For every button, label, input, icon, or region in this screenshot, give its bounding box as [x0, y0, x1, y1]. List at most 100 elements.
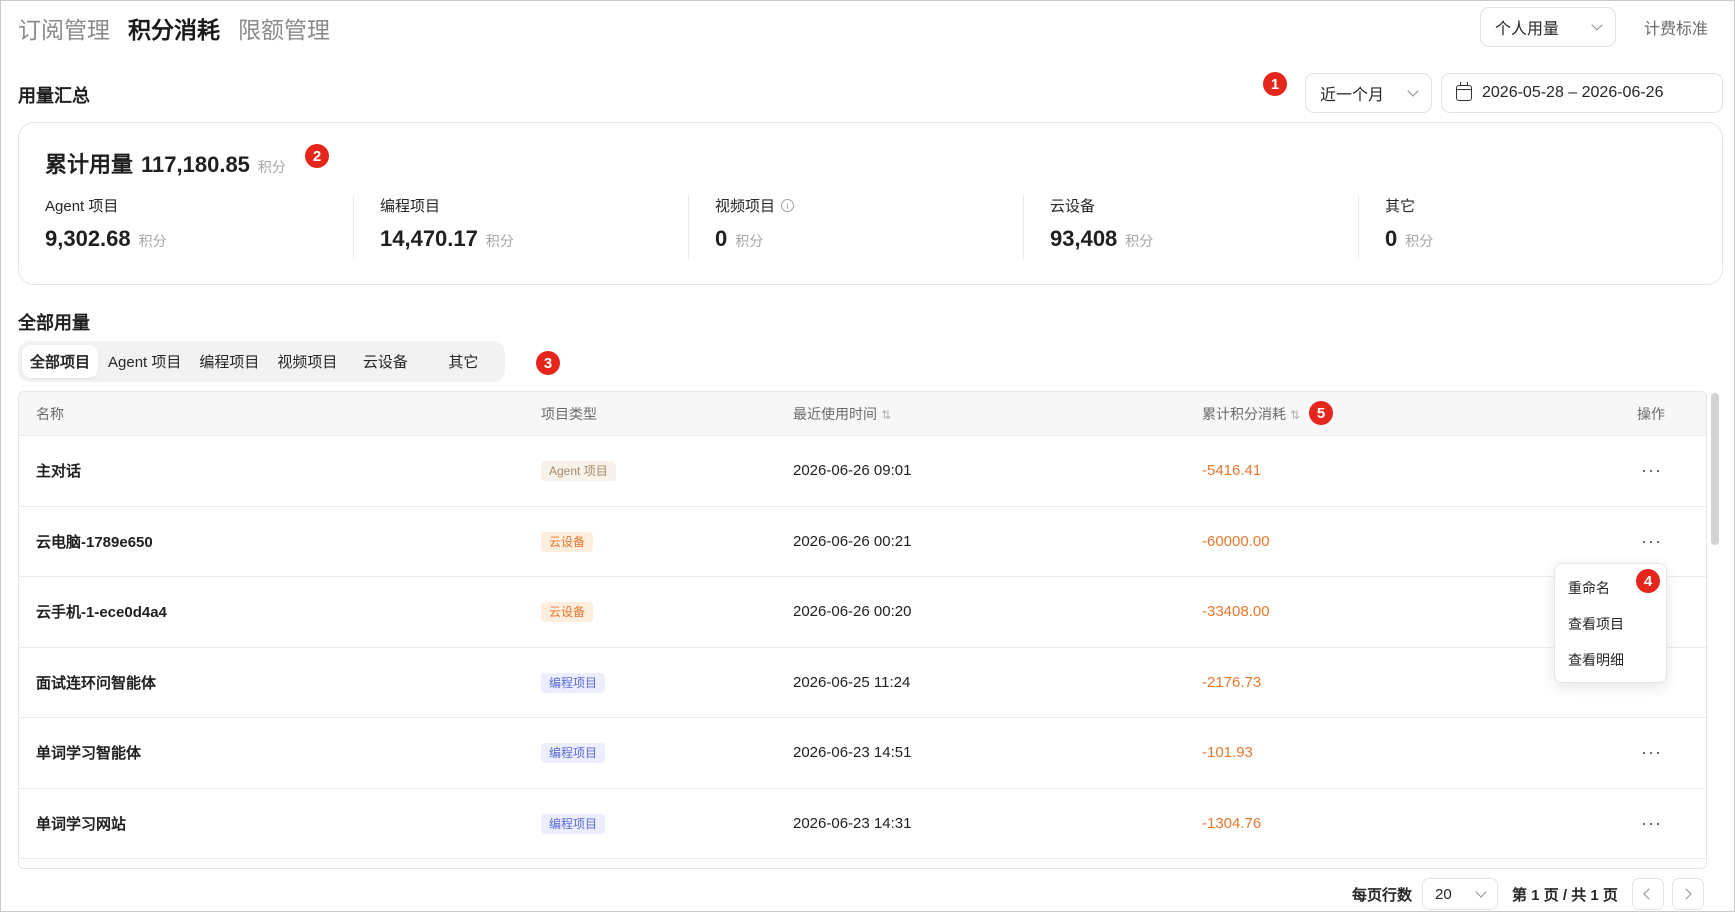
row-cost: -1304.76 — [1202, 814, 1262, 832]
column-header-time[interactable]: 最近使用时间 ⇅ — [793, 404, 891, 424]
chevron-down-icon — [1475, 886, 1487, 898]
stat-agent: Agent 项目 9,302.68 积分 — [19, 195, 354, 259]
summary-title: 用量汇总 — [18, 86, 90, 106]
page-size-value: 20 — [1435, 885, 1452, 903]
stat-value: 0 — [1385, 226, 1398, 251]
table-row[interactable]: 云电脑-1789e650 云设备 2026-06-26 00:21 -60000… — [19, 507, 1706, 577]
type-tag: 编程项目 — [541, 813, 606, 834]
stat-label: 编程项目 — [380, 198, 441, 215]
chevron-down-icon — [1591, 19, 1603, 31]
row-time: 2026-06-26 09:01 — [793, 462, 912, 480]
stat-unit: 积分 — [1405, 233, 1434, 249]
rows-per-page-label: 每页行数 — [1352, 886, 1413, 904]
row-name: 面试连环问智能体 — [36, 674, 157, 692]
column-header-type: 项目类型 — [541, 405, 597, 422]
table-row[interactable]: 主对话 Agent 项目 2026-06-26 09:01 -5416.41 ·… — [19, 436, 1706, 507]
stat-video: 视频项目 i 0 积分 — [689, 195, 1024, 259]
stat-value: 93,408 — [1050, 226, 1118, 251]
filter-coding[interactable]: 编程项目 — [191, 345, 267, 378]
row-name: 单词学习智能体 — [36, 745, 142, 763]
row-name: 单词学习网站 — [36, 815, 127, 833]
type-tag: 云设备 — [541, 602, 594, 623]
table-row[interactable]: 云手机-1-ece0d4a4 云设备 2026-06-26 00:20 -334… — [19, 577, 1706, 648]
time-range-select[interactable]: 近一个月 — [1305, 73, 1432, 113]
stat-unit: 积分 — [735, 233, 764, 249]
filter-all[interactable]: 全部项目 — [22, 345, 99, 378]
table-row[interactable]: 单词学习智能体 编程项目 2026-06-23 14:51 -101.93 ··… — [19, 718, 1706, 789]
calendar-icon — [1456, 82, 1472, 101]
type-tag: 编程项目 — [541, 672, 606, 693]
project-filter-tabs: 全部项目 Agent 项目 编程项目 视频项目 云设备 其它 — [18, 341, 506, 382]
row-time: 2026-06-25 11:24 — [793, 673, 911, 691]
date-range-value: 2026-05-28 – 2026-06-26 — [1482, 84, 1664, 101]
row-time: 2026-06-26 00:21 — [793, 532, 912, 550]
chevron-left-icon — [1643, 888, 1656, 900]
row-time: 2026-06-23 14:51 — [793, 744, 912, 762]
row-cost: -60000.00 — [1202, 532, 1270, 550]
row-cost: -33408.00 — [1202, 603, 1270, 621]
filter-video[interactable]: 视频项目 — [269, 345, 345, 378]
date-range-picker[interactable]: 2026-05-28 – 2026-06-26 — [1441, 73, 1723, 113]
stat-label: 视频项目 — [715, 198, 776, 215]
tab-quota[interactable]: 限额管理 — [238, 11, 330, 45]
annotation-badge-5: 5 — [1309, 401, 1333, 425]
prev-page-button[interactable] — [1631, 878, 1664, 910]
row-time: 2026-06-26 00:20 — [793, 603, 912, 621]
tab-points-consumption[interactable]: 积分消耗 — [128, 11, 220, 45]
usage-table: 名称 项目类型 最近使用时间 ⇅ 累计积分消耗 ⇅ 操作 主对话 Agent 项目 … — [18, 391, 1707, 869]
sort-icon[interactable]: ⇅ — [1290, 408, 1300, 422]
sort-icon[interactable]: ⇅ — [881, 408, 891, 422]
annotation-badge-1: 1 — [1263, 72, 1287, 96]
type-tag: 云设备 — [541, 531, 594, 552]
row-time: 2026-06-23 14:31 — [793, 814, 912, 832]
menu-item-view-project[interactable]: 查看项目 — [1555, 606, 1666, 642]
filter-agent[interactable]: Agent 项目 — [100, 345, 189, 378]
info-icon[interactable]: i — [781, 199, 795, 212]
app-frame: 订阅管理 积分消耗 限额管理 个人用量 计费标准 用量汇总 1 近一个月 202… — [0, 0, 1735, 912]
column-header-action: 操作 — [1637, 405, 1665, 422]
usage-summary-card: 累计用量 117,180.85 积分 2 Agent 项目 9,302.68 积分… — [18, 122, 1723, 285]
total-usage-label: 累计用量 — [45, 152, 134, 177]
type-tag: 编程项目 — [541, 743, 606, 764]
table-scrollbar[interactable] — [1711, 393, 1719, 545]
usage-stats: Agent 项目 9,302.68 积分 编程项目 14,470.17 积分 视频项… — [19, 195, 1722, 259]
row-cost: -2176.73 — [1202, 673, 1262, 691]
stat-cloud-device: 云设备 93,408 积分 — [1024, 195, 1359, 259]
table-row[interactable]: 面试连环问智能体 编程项目 2026-06-25 11:24 -2176.73 — [19, 648, 1706, 718]
total-usage: 累计用量 117,180.85 积分 — [45, 147, 286, 179]
stat-label: Agent 项目 — [45, 198, 119, 215]
stat-label: 云设备 — [1050, 198, 1096, 215]
annotation-badge-3: 3 — [536, 351, 560, 375]
more-icon[interactable]: ··· — [1641, 813, 1662, 834]
row-cost: -5416.41 — [1202, 462, 1262, 480]
table-header: 名称 项目类型 最近使用时间 ⇅ 累计积分消耗 ⇅ 操作 — [19, 392, 1706, 436]
more-icon[interactable]: ··· — [1641, 742, 1662, 763]
tab-subscription[interactable]: 订阅管理 — [18, 11, 110, 45]
more-icon[interactable]: ··· — [1641, 531, 1662, 552]
pricing-link[interactable]: 计费标准 — [1644, 15, 1708, 39]
total-usage-value: 117,180.85 — [141, 152, 250, 177]
row-cost: -101.93 — [1202, 744, 1253, 762]
menu-item-view-details[interactable]: 查看明细 — [1555, 642, 1666, 678]
more-icon[interactable]: ··· — [1641, 460, 1662, 481]
page-info: 第 1 页 / 共 1 页 — [1512, 886, 1618, 904]
filter-cloud-device[interactable]: 云设备 — [347, 345, 423, 378]
pagination: 每页行数 20 第 1 页 / 共 1 页 — [1352, 878, 1712, 910]
column-header-cost[interactable]: 累计积分消耗 ⇅ — [1202, 404, 1300, 424]
total-usage-unit: 积分 — [257, 159, 286, 175]
chevron-right-icon — [1680, 888, 1693, 900]
row-name: 主对话 — [36, 463, 82, 481]
all-usage-title: 全部用量 — [18, 313, 90, 333]
type-tag: Agent 项目 — [541, 461, 616, 482]
table-row[interactable]: 单词学习网站 编程项目 2026-06-23 14:31 -1304.76 ··… — [19, 789, 1706, 859]
usage-scope-select[interactable]: 个人用量 — [1480, 7, 1616, 47]
stat-other: 其它 0 积分 — [1359, 195, 1694, 259]
next-page-button[interactable] — [1671, 878, 1704, 910]
column-header-time-label: 最近使用时间 — [793, 405, 877, 422]
stat-unit: 积分 — [138, 233, 167, 249]
filter-other[interactable]: 其它 — [425, 345, 501, 378]
annotation-badge-2: 2 — [305, 144, 329, 168]
column-header-name: 名称 — [36, 405, 64, 422]
page-size-select[interactable]: 20 — [1422, 878, 1499, 910]
stat-unit: 积分 — [1125, 233, 1154, 249]
